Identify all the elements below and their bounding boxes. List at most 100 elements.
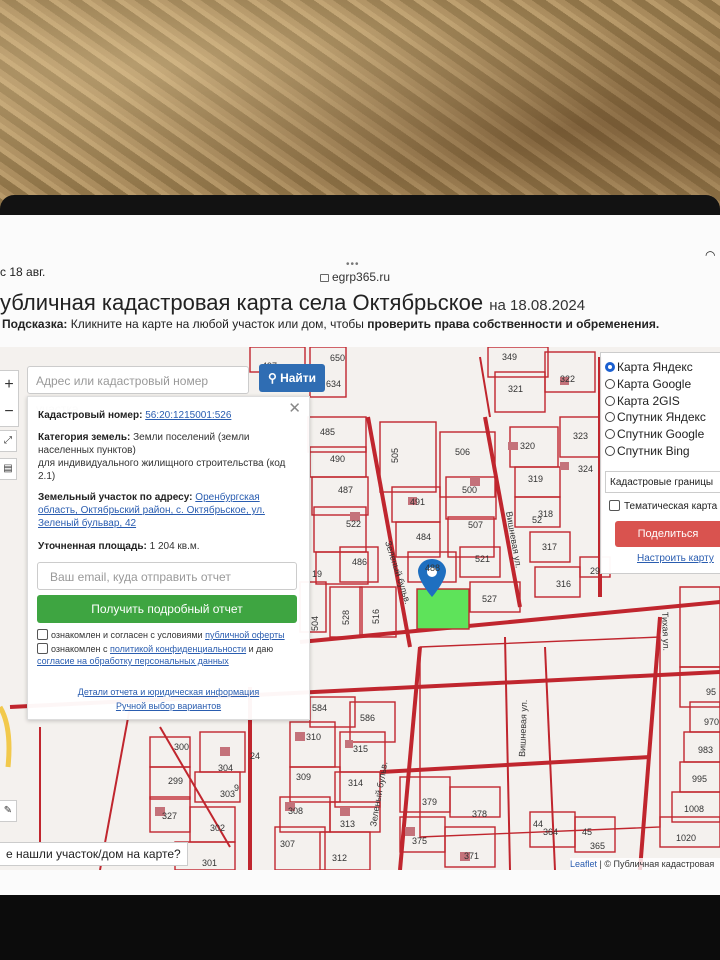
radio-icon[interactable] [605,396,615,406]
radio-icon[interactable] [605,446,615,456]
svg-text:323: 323 [573,431,588,441]
layer-option-1[interactable]: Карта Google [605,376,691,392]
radio-icon[interactable] [605,379,615,389]
svg-text:317: 317 [542,542,557,552]
svg-text:19: 19 [312,569,322,579]
svg-text:308: 308 [288,806,303,816]
page-title-text: убличная кадастровая карта села Октябрьс… [0,290,484,315]
svg-text:300: 300 [174,742,189,752]
zoom-out-button[interactable]: − [0,398,18,425]
background-photo [0,0,720,215]
zoom-in-button[interactable]: + [0,371,18,398]
svg-text:970: 970 [704,717,719,727]
svg-text:371: 371 [464,851,479,861]
svg-text:44: 44 [533,819,543,829]
svg-text:505: 505 [390,448,400,463]
svg-text:9: 9 [234,783,239,793]
checkbox-box[interactable] [37,629,48,640]
parcel-info-panel: ✕ Кадастровый номер: 56:20:1215001:526 К… [27,396,310,720]
share-link-button[interactable]: Поделиться ссылкой [615,521,720,566]
svg-text:485: 485 [320,427,335,437]
svg-text:324: 324 [578,464,593,474]
svg-text:378: 378 [472,809,487,819]
selected-parcel [416,588,470,630]
svg-text:507: 507 [468,520,483,530]
svg-text:488: 488 [425,563,440,573]
svg-text:490: 490 [330,454,345,464]
svg-text:315: 315 [353,744,368,754]
cadastral-number-link[interactable]: 56:20:1215001:526 [145,410,231,421]
setup-map-link[interactable]: Настроить карту [637,553,714,564]
hint-line: Подсказка: Кликните на карте на любой уч… [2,317,659,331]
svg-text:375: 375 [412,836,427,846]
svg-text:349: 349 [502,352,517,362]
tab-dots-icon[interactable]: ••• [346,259,360,270]
status-bar: с 18 авг. ••• egrp365.ru ◠ [0,248,720,288]
checkbox-box[interactable] [37,643,48,654]
report-details-link[interactable]: Детали отчета и юридическая информация [28,687,309,697]
boundary-select[interactable]: Кадастровые границы [605,471,720,493]
category-label: Категория земель: [38,432,131,443]
svg-text:52: 52 [532,515,542,525]
radio-icon[interactable] [605,429,615,439]
leaflet-link[interactable]: Leaflet [570,859,597,869]
layer-option-3[interactable]: Спутник Яндекс [605,409,706,425]
svg-text:303: 303 [220,789,235,799]
radio-icon[interactable] [605,362,615,372]
svg-text:516: 516 [371,609,381,624]
svg-text:1008: 1008 [684,804,704,814]
privacy-consent-checkbox[interactable]: ознакомлен с политикой конфиденциальност… [37,643,307,667]
data-consent-link[interactable]: согласие на обработку персональных данны… [37,656,229,666]
area-label: Уточненная площадь: [38,541,147,552]
thematic-checkbox[interactable]: Тематическая карта [609,500,717,512]
layer-option-2[interactable]: Карта 2GIS [605,393,680,409]
page-title-date: на 18.08.2024 [489,297,586,314]
svg-text:24: 24 [250,751,260,761]
address-bar[interactable]: egrp365.ru [320,270,390,284]
svg-text:299: 299 [168,776,183,786]
svg-text:301: 301 [202,858,217,868]
privacy-link[interactable]: политикой конфиденциальности [110,644,246,654]
svg-text:504: 504 [310,616,320,631]
search-button[interactable]: ⚲ Найти [259,364,325,392]
svg-text:309: 309 [296,772,311,782]
get-report-button[interactable]: Получить подробный отчет [37,595,297,623]
svg-text:322: 322 [560,374,575,384]
email-input[interactable]: Ваш email, куда отправить отчет [37,562,297,590]
print-icon[interactable]: ▤ [0,458,17,480]
edit-icon[interactable]: ✎ [0,800,17,822]
svg-text:527: 527 [482,594,497,604]
radio-icon[interactable] [605,412,615,422]
checkbox-box[interactable] [609,500,620,511]
svg-text:321: 321 [508,384,523,394]
map-attribution: Leaflet | © Публичная кадастровая [570,858,720,870]
svg-text:584: 584 [312,703,327,713]
expand-icon[interactable]: ⤢ [0,430,17,452]
page-title: убличная кадастровая карта села Октябрьс… [0,290,720,316]
svg-text:307: 307 [280,839,295,849]
not-found-button[interactable]: е нашли участок/дом на карте? [0,842,188,866]
svg-text:500: 500 [462,485,477,495]
offer-link[interactable]: публичной оферты [205,630,285,640]
attribution-text: | © Публичная кадастровая [599,859,715,869]
offer-consent-checkbox[interactable]: ознакомлен и согласен с условиями публич… [37,629,307,641]
area-row: Уточненная площадь: 1 204 кв.м. [38,540,298,553]
svg-text:995: 995 [692,774,707,784]
svg-text:95: 95 [706,687,716,697]
search-input[interactable]: Адрес или кадастровый номер участка [27,366,249,416]
svg-text:302: 302 [210,823,225,833]
street-label-green-2: Зеленый бульв. [368,761,389,828]
layer-option-5[interactable]: Спутник Bing [605,443,690,459]
layer-option-0[interactable]: Карта Яндекс [605,359,693,375]
svg-text:521: 521 [475,554,490,564]
cadastral-row: Кадастровый номер: 56:20:1215001:526 [38,409,298,422]
svg-text:487: 487 [338,485,353,495]
svg-text:528: 528 [341,610,351,625]
street-label-tikhaya: Тихая ул. [660,612,671,651]
usage-row: для индивидуального жилищного строительс… [38,458,286,482]
consent2-mid: и даю [248,644,274,654]
layer-option-4[interactable]: Спутник Google [605,426,704,442]
svg-text:29: 29 [590,566,600,576]
svg-text:379: 379 [422,797,437,807]
manual-select-link[interactable]: Ручной выбор вариантов [28,701,309,711]
